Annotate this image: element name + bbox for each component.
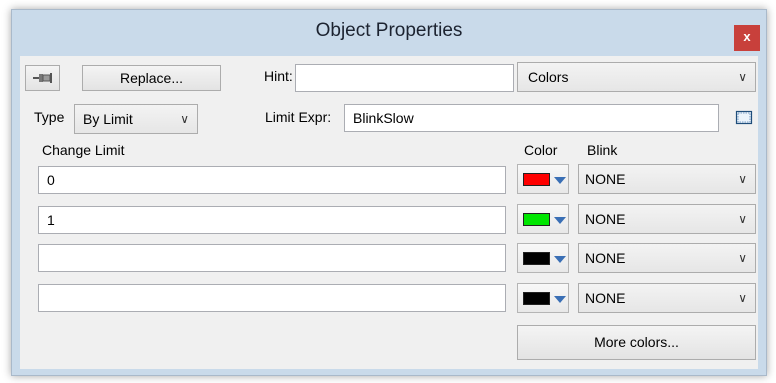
- chevron-down-icon: ∨: [738, 251, 747, 265]
- blink-dropdown-2[interactable]: NONE ∨: [578, 204, 756, 234]
- color-header: Color: [524, 142, 558, 158]
- color-picker-button-2[interactable]: [517, 204, 569, 234]
- title-bar[interactable]: Object Properties x: [12, 10, 766, 52]
- hint-label: Hint:: [264, 68, 293, 84]
- color-swatch-3: [523, 252, 550, 265]
- blink-dropdown-value-1: NONE: [585, 171, 626, 187]
- pushpin-icon: [33, 72, 53, 84]
- limit-expr-label: Limit Expr:: [265, 109, 332, 125]
- color-swatch-2: [523, 213, 550, 226]
- expression-browse-button[interactable]: [735, 109, 753, 127]
- window-title: Object Properties: [315, 20, 463, 41]
- dialog-client-area: Replace... Hint: Colors ∨ Type By Limit …: [20, 56, 758, 369]
- hint-input[interactable]: [295, 64, 514, 92]
- chevron-down-icon: ∨: [738, 172, 747, 186]
- color-picker-button-4[interactable]: [517, 283, 569, 313]
- chevron-down-icon: ∨: [738, 291, 747, 305]
- blink-dropdown-value-4: NONE: [585, 290, 626, 306]
- limit-expr-input[interactable]: BlinkSlow: [344, 104, 719, 132]
- more-colors-button[interactable]: More colors...: [517, 325, 756, 360]
- type-label: Type: [34, 109, 65, 125]
- color-picker-button-1[interactable]: [517, 164, 569, 194]
- chevron-down-icon: ∨: [738, 212, 747, 226]
- change-limit-input-4[interactable]: [38, 284, 506, 312]
- change-limit-input-3[interactable]: [38, 244, 506, 272]
- type-dropdown-value: By Limit: [83, 111, 133, 127]
- dropdown-arrow-icon: [554, 296, 566, 303]
- chevron-down-icon: ∨: [180, 112, 189, 126]
- colors-dropdown-value: Colors: [528, 69, 569, 85]
- expression-browse-icon: [735, 109, 753, 127]
- replace-button[interactable]: Replace...: [82, 65, 221, 91]
- dropdown-arrow-icon: [554, 177, 566, 184]
- change-limit-input-1[interactable]: 0: [38, 166, 506, 194]
- object-properties-window: Object Properties x Replace... Hint: Col…: [11, 9, 767, 376]
- blink-dropdown-3[interactable]: NONE ∨: [578, 243, 756, 273]
- close-button[interactable]: x: [734, 25, 760, 51]
- blink-dropdown-value-2: NONE: [585, 211, 626, 227]
- blink-header: Blink: [587, 142, 618, 158]
- blink-dropdown-1[interactable]: NONE ∨: [578, 164, 756, 194]
- color-swatch-1: [523, 173, 550, 186]
- change-limit-input-2[interactable]: 1: [38, 206, 506, 234]
- change-limit-header: Change Limit: [42, 142, 125, 158]
- pin-button[interactable]: [25, 65, 60, 91]
- dropdown-arrow-icon: [554, 217, 566, 224]
- chevron-down-icon: ∨: [738, 70, 747, 84]
- dropdown-arrow-icon: [554, 256, 566, 263]
- color-swatch-4: [523, 292, 550, 305]
- type-dropdown[interactable]: By Limit ∨: [74, 104, 198, 134]
- colors-dropdown[interactable]: Colors ∨: [517, 62, 756, 92]
- blink-dropdown-value-3: NONE: [585, 250, 626, 266]
- blink-dropdown-4[interactable]: NONE ∨: [578, 283, 756, 313]
- color-picker-button-3[interactable]: [517, 243, 569, 273]
